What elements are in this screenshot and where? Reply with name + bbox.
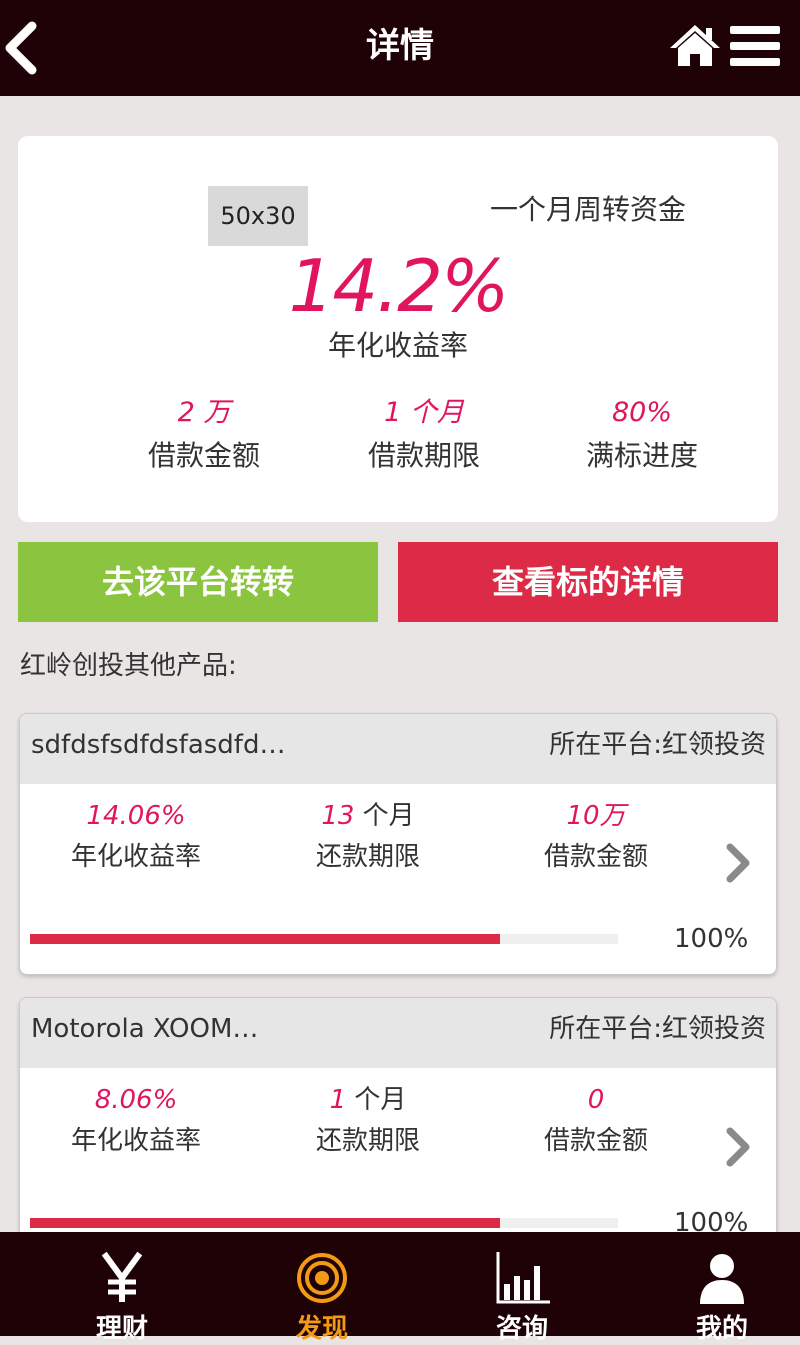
user-icon <box>700 1254 744 1304</box>
view-loan-details-button[interactable]: 查看标的详情 <box>398 542 778 622</box>
loan-amount-label: 借款金额 <box>147 439 260 472</box>
tab-finance[interactable]: 理财 <box>22 1232 222 1344</box>
tab-consult[interactable]: 咨询 <box>422 1232 622 1344</box>
product-card-name: Motorola XOOM… <box>31 1014 259 1044</box>
product-term-stat: 13 个月 还款期限 <box>258 798 478 873</box>
product-amount-stat: 10万 借款金额 <box>486 798 706 873</box>
hamburger-menu-icon <box>730 26 780 66</box>
product-amount-value: 0 <box>587 1085 605 1115</box>
tab-discover[interactable]: 发现 <box>222 1232 422 1344</box>
home-icon <box>670 25 720 66</box>
product-rate-stat: 8.06% 年化收益率 <box>26 1082 246 1157</box>
other-products-heading: 红岭创投其他产品: <box>20 651 237 681</box>
product-term-label: 还款期限 <box>315 1126 420 1156</box>
product-rate-value: 8.06% <box>94 1085 178 1115</box>
product-rate-value: 14.06% <box>86 801 186 831</box>
tab-mine-label: 我的 <box>695 1314 748 1344</box>
progress-bar <box>30 934 618 944</box>
chevron-right-icon[interactable] <box>724 842 754 884</box>
annual-rate-value: 14.2% <box>288 244 510 328</box>
top-navigation-bar: 详情 <box>0 0 800 96</box>
product-rate-label: 年化收益率 <box>70 842 201 872</box>
loan-amount-stat: 2 万 借款金额 <box>94 394 314 474</box>
funding-progress-label: 满标进度 <box>585 439 698 472</box>
platform-logo-placeholder: 50x30 <box>208 186 308 246</box>
product-term-unit: 个月 <box>354 801 415 831</box>
tab-discover-label: 发现 <box>295 1314 348 1344</box>
loan-term-stat: 1 个月 借款期限 <box>314 394 534 474</box>
home-button[interactable] <box>668 22 722 68</box>
progress-bar-fill <box>30 1218 501 1228</box>
annual-rate-label: 年化收益率 <box>327 329 468 362</box>
funding-progress-value: 80% <box>611 397 672 428</box>
target-icon <box>297 1253 347 1303</box>
tab-consult-label: 咨询 <box>495 1314 548 1344</box>
yen-icon <box>101 1251 143 1302</box>
tab-finance-label: 理财 <box>95 1314 148 1344</box>
bar-chart-icon <box>496 1252 550 1304</box>
loan-term-label: 借款期限 <box>367 439 480 472</box>
funding-progress-stat: 80% 满标进度 <box>532 394 752 474</box>
tab-mine[interactable]: 我的 <box>622 1232 800 1344</box>
progress-bar-fill <box>30 934 501 944</box>
product-term-stat: 1 个月 还款期限 <box>258 1082 478 1157</box>
product-card-name: sdfdsfsdfdsfasdfd… <box>31 730 286 760</box>
product-card[interactable]: sdfdsfsdfdsfasdfd… 所在平台:红领投资 14.06% 年化收益… <box>19 713 777 975</box>
progress-bar <box>30 1218 618 1228</box>
progress-percent: 100% <box>674 924 749 954</box>
product-detail-card: 50x30 一个月周转资金 14.2% 年化收益率 2 万 借款金额 1 个月 … <box>18 136 778 522</box>
product-name: 一个月周转资金 <box>490 193 687 226</box>
product-term-unit: 个月 <box>346 1085 407 1115</box>
menu-button[interactable] <box>730 24 780 68</box>
product-amount-label: 借款金额 <box>543 1126 648 1156</box>
product-term-value: 13 <box>321 801 355 831</box>
product-term-value: 1 <box>329 1085 347 1115</box>
product-card[interactable]: Motorola XOOM… 所在平台:红领投资 8.06% 年化收益率 1 个… <box>19 997 777 1232</box>
product-rate-label: 年化收益率 <box>70 1126 201 1156</box>
product-amount-stat: 0 借款金额 <box>486 1082 706 1157</box>
product-amount-value: 10万 <box>566 801 626 831</box>
loan-amount-value: 2 万 <box>177 397 231 428</box>
product-amount-label: 借款金额 <box>543 842 648 872</box>
product-card-header: Motorola XOOM… 所在平台:红领投资 <box>20 998 776 1068</box>
product-card-header: sdfdsfsdfdsfasdfd… 所在平台:红领投资 <box>20 714 776 784</box>
product-rate-stat: 14.06% 年化收益率 <box>26 798 246 873</box>
loan-term-value: 1 个月 <box>384 397 464 428</box>
bottom-tab-bar: 理财 发现 咨询 我的 <box>0 1232 800 1344</box>
product-card-platform: 所在平台:红领投资 <box>549 730 766 760</box>
product-term-label: 还款期限 <box>315 842 420 872</box>
product-card-platform: 所在平台:红领投资 <box>549 1014 766 1044</box>
go-to-platform-button[interactable]: 去该平台转转 <box>18 542 378 622</box>
chevron-right-icon[interactable] <box>724 1126 754 1168</box>
product-list[interactable]: sdfdsfsdfdsfasdfd… 所在平台:红领投资 14.06% 年化收益… <box>0 700 800 1232</box>
progress-percent: 100% <box>674 1208 749 1232</box>
